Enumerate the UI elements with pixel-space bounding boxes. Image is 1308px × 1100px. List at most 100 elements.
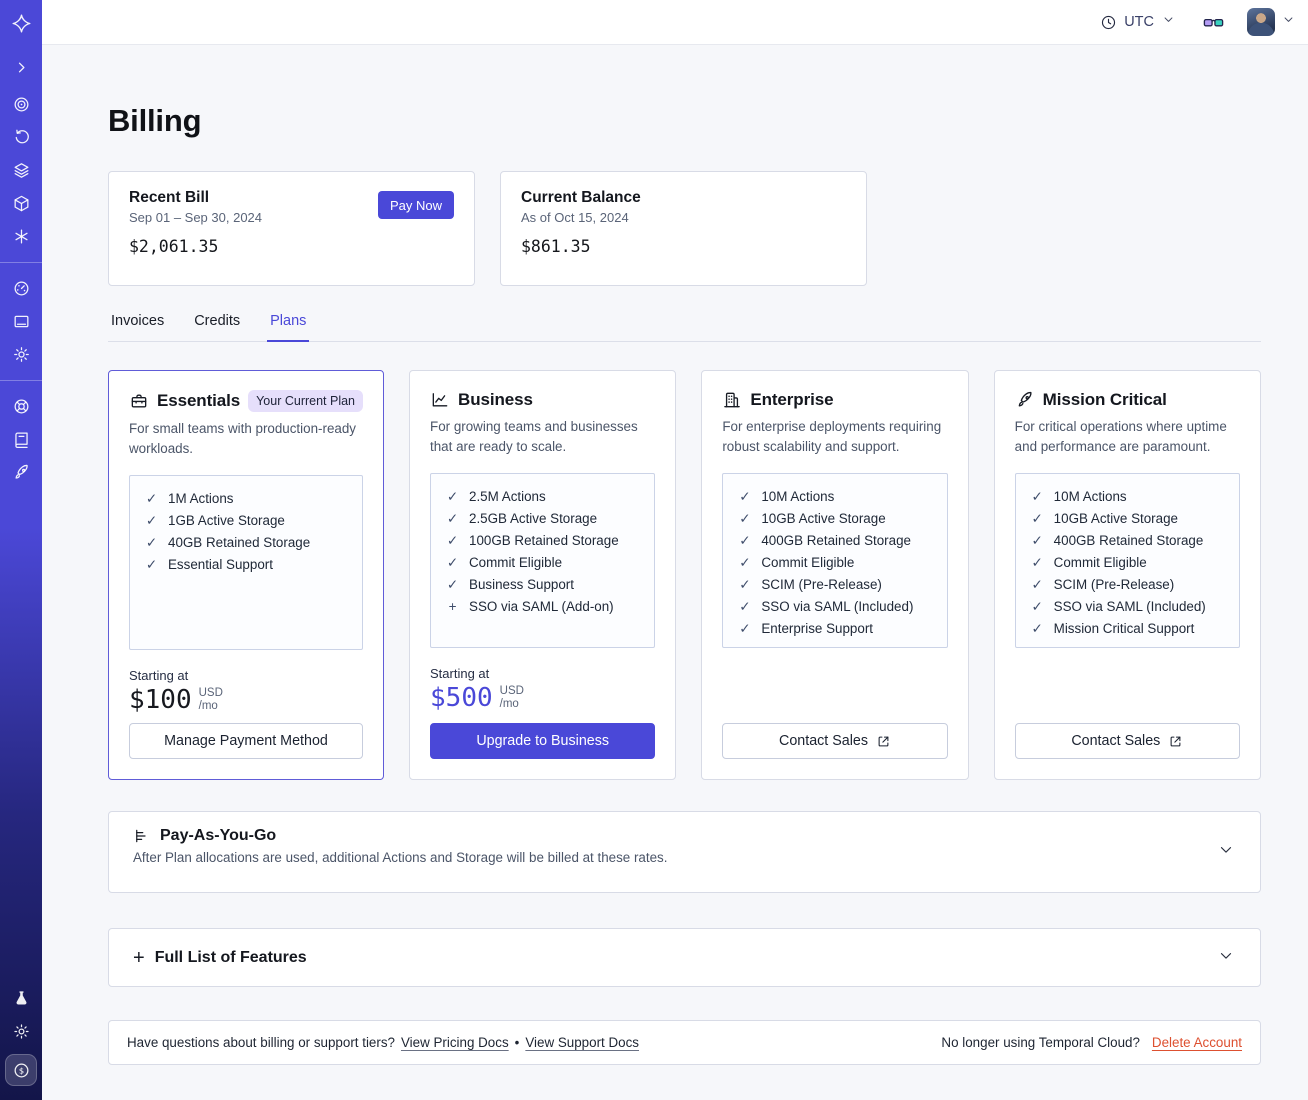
delete-prompt: No longer using Temporal Cloud? (941, 1035, 1140, 1050)
check-icon: ✓ (145, 557, 158, 572)
sidebar-item-settings[interactable] (0, 338, 42, 371)
sidebar-item-nexus[interactable] (0, 220, 42, 253)
sun-icon (13, 1024, 29, 1039)
support-docs-link[interactable]: View Support Docs (525, 1035, 639, 1050)
sidebar-item-deployments[interactable] (0, 154, 42, 187)
sidebar-item-workers[interactable] (0, 187, 42, 220)
feature-box: ✓ 1M Actions ✓ 1GB Active Storage ✓ 40GB Re… (129, 475, 364, 650)
plan-card-mission-critical: Mission Critical For critical operations… (993, 370, 1261, 780)
feedback-glasses-button[interactable] (1202, 11, 1225, 34)
contact-sales-label: Contact Sales (1071, 733, 1161, 749)
timezone-selector[interactable]: UTC (1100, 12, 1176, 32)
feature-label: 10GB Active Storage (761, 511, 886, 526)
tab-plans[interactable]: Plans (267, 313, 310, 342)
check-icon: ✓ (1031, 533, 1043, 548)
feature-item: ✓ 400GB Retained Storage (1030, 530, 1231, 552)
feature-item: ✓ 10M Actions (1030, 486, 1231, 508)
summary-row: Recent Bill Sep 01 – Sep 30, 2024 $2,061… (108, 171, 1261, 286)
starting-at-label: Starting at (430, 666, 490, 681)
sidebar-item-docs[interactable] (0, 423, 42, 456)
gear-icon (13, 347, 29, 362)
temporal-logo[interactable] (0, 0, 42, 46)
lifebuoy-icon (14, 399, 28, 414)
spiral-icon (14, 97, 28, 112)
sidebar-expand-button[interactable] (0, 46, 42, 88)
footer-question: Have questions about billing or support … (127, 1035, 395, 1050)
feature-label: SSO via SAML (Included) (1053, 599, 1206, 614)
pricing-docs-link[interactable]: View Pricing Docs (401, 1035, 509, 1050)
pay-now-button[interactable]: Pay Now (377, 191, 454, 219)
manage-payment-button[interactable]: Manage Payment Method (129, 723, 364, 759)
sidebar-item-getting-started[interactable] (0, 456, 42, 489)
feature-label: 100GB Retained Storage (469, 533, 619, 548)
feature-item: ✓ Commit Eligible (445, 552, 646, 574)
feature-item: ✓ SSO via SAML (Included) (1030, 596, 1231, 618)
feature-item: ✓ 100GB Retained Storage (445, 530, 646, 552)
sidebar-item-theme[interactable] (0, 1015, 42, 1048)
check-icon: ✓ (1031, 555, 1043, 570)
check-icon: ✓ (1031, 621, 1043, 636)
feature-item: ✓ SSO via SAML (Included) (737, 596, 938, 618)
sidebar-item-namespaces[interactable] (0, 88, 42, 121)
sidebar-item-usage[interactable] (0, 272, 42, 305)
plan-description: For small teams with production-ready wo… (129, 421, 356, 456)
sidebar-item-billing-active[interactable]: $ (5, 1054, 37, 1086)
contact-sales-button[interactable]: Contact Sales (722, 723, 948, 759)
rocket-icon (1018, 391, 1032, 407)
feature-box: ✓ 10M Actions ✓ 10GB Active Storage ✓ 400GB… (722, 473, 948, 648)
per-label: /mo (198, 700, 218, 712)
feature-label: 2.5M Actions (469, 489, 546, 504)
sidebar-item-labs[interactable] (0, 982, 42, 1015)
feature-item: ✓ Essential Support (144, 554, 354, 576)
tab-invoices[interactable]: Invoices (108, 313, 167, 341)
feature-label: 400GB Retained Storage (761, 533, 911, 548)
tab-credits[interactable]: Credits (191, 313, 243, 341)
rates-chart-icon (136, 829, 146, 843)
feature-label: 1M Actions (168, 491, 234, 506)
check-icon: ✓ (446, 533, 459, 548)
check-icon: ✓ (1031, 489, 1043, 504)
billing-tabs: Invoices Credits Plans (108, 313, 1261, 342)
full-features-accordion[interactable]: + Full List of Features (108, 928, 1261, 987)
check-icon: ✓ (739, 621, 751, 636)
feature-label: Commit Eligible (469, 555, 563, 570)
plans-row: Essentials Your Current Plan For small t… (108, 370, 1261, 780)
check-icon: ✓ (739, 533, 751, 548)
sidebar-item-support[interactable] (0, 390, 42, 423)
feature-item: ✓ Commit Eligible (737, 552, 938, 574)
chevron-down-icon (1161, 12, 1176, 32)
feature-label: Enterprise Support (761, 621, 873, 636)
feature-label: SSO via SAML (Included) (761, 599, 914, 614)
feature-label: Commit Eligible (1053, 555, 1147, 570)
avatar (1247, 8, 1275, 36)
feature-item: ✓ 1GB Active Storage (144, 510, 354, 532)
upgrade-business-button[interactable]: Upgrade to Business (430, 723, 656, 759)
payg-accordion[interactable]: Pay-As-You-Go After Plan allocations are… (108, 811, 1261, 893)
feature-item: ✓ 2.5GB Active Storage (445, 508, 646, 530)
feature-box: ✓ 10M Actions ✓ 10GB Active Storage ✓ 400GB… (1014, 473, 1240, 648)
delete-account-link[interactable]: Delete Account (1152, 1035, 1242, 1050)
user-menu[interactable] (1247, 8, 1296, 36)
current-balance-date: As of Oct 15, 2024 (521, 210, 629, 225)
feature-label: SCIM (Pre-Release) (1053, 577, 1175, 592)
sidebar: $ (0, 0, 42, 1100)
sidebar-item-schedules[interactable] (0, 121, 42, 154)
chevron-down-icon (1217, 841, 1235, 864)
timer-arrow-icon (15, 129, 29, 144)
feature-item: ✓ 10GB Active Storage (737, 508, 938, 530)
currency-label: USD (198, 687, 223, 699)
check-icon: ✓ (1031, 577, 1043, 592)
contact-sales-button[interactable]: Contact Sales (1014, 723, 1240, 759)
feature-label: 1GB Active Storage (168, 513, 285, 528)
check-icon: ✓ (1031, 511, 1043, 526)
check-icon: ✓ (739, 577, 751, 592)
check-icon: ✓ (145, 535, 158, 550)
dollar-coin-icon: $ (14, 1063, 28, 1077)
external-link-icon (1170, 736, 1181, 746)
feature-label: Mission Critical Support (1053, 621, 1195, 636)
check-icon: ✓ (739, 555, 751, 570)
toolbox-icon (131, 394, 147, 408)
feature-item: ✓ Mission Critical Support (1030, 618, 1231, 640)
check-icon: ✓ (446, 511, 459, 526)
sidebar-item-billing-nav[interactable] (0, 305, 42, 338)
